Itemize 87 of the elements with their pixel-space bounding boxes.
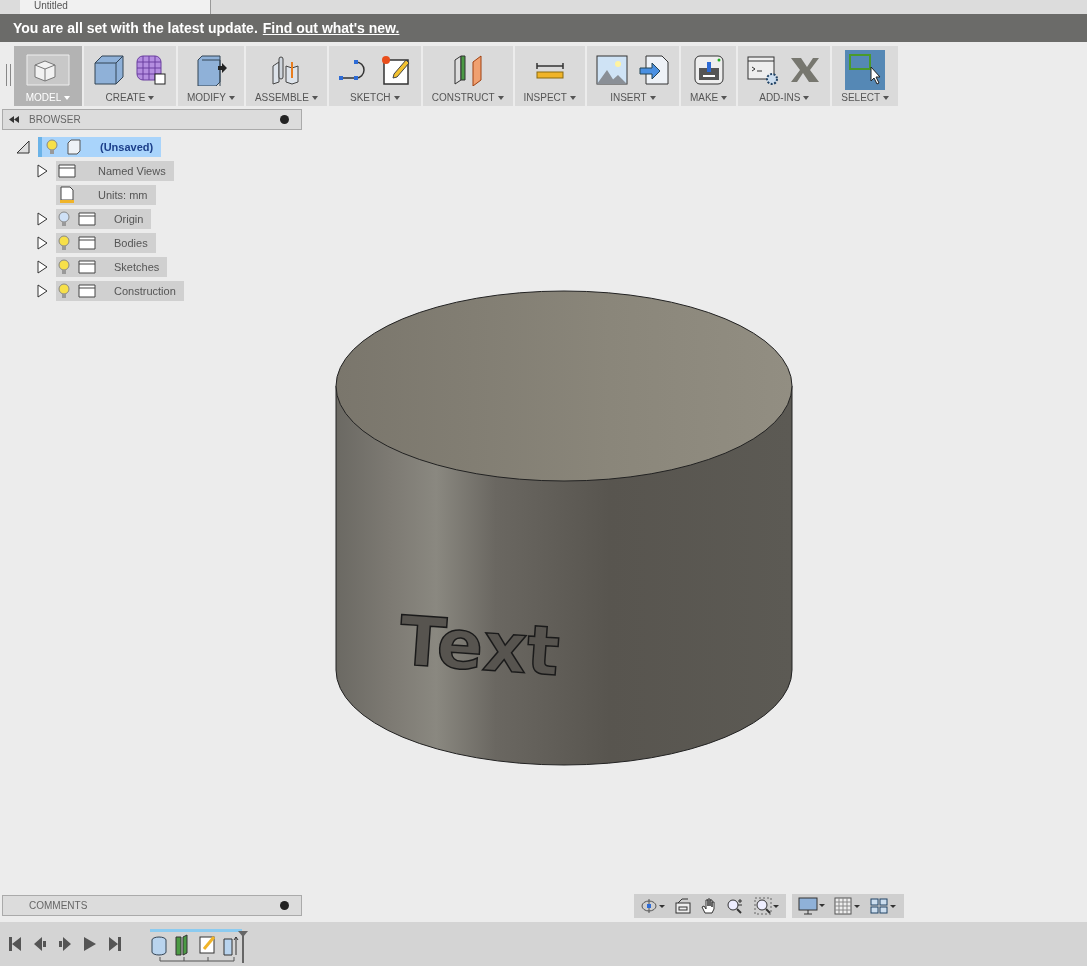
look-at-icon[interactable] xyxy=(674,897,692,915)
tree-label: Sketches xyxy=(114,261,160,273)
caret-icon xyxy=(64,95,71,100)
group-label: SKETCH xyxy=(350,92,391,103)
folder-icon xyxy=(78,284,96,298)
expand-arrow-icon[interactable] xyxy=(36,284,48,298)
caret-icon xyxy=(883,95,890,100)
caret-icon xyxy=(569,95,576,100)
expand-arrow-icon[interactable] xyxy=(36,164,48,178)
folder-icon xyxy=(58,164,76,178)
tree-label: Bodies xyxy=(114,237,148,249)
insert-file-icon xyxy=(637,54,670,86)
group-label: MODEL xyxy=(25,92,62,103)
toolbar-group[interactable]: INSERT xyxy=(586,46,679,106)
toolbar-group[interactable]: INSPECT xyxy=(514,46,585,106)
group-label: MODIFY xyxy=(187,92,226,103)
tree-label: Origin xyxy=(114,213,144,225)
embossed-text: Text xyxy=(397,601,562,692)
toolbar-group[interactable]: CREATE xyxy=(84,46,176,106)
skip-end-icon[interactable] xyxy=(108,936,122,952)
toolbar-group[interactable]: MAKE xyxy=(680,46,737,106)
toolbar-group[interactable]: CONSTRUCT xyxy=(422,46,513,106)
toolbar-group[interactable]: SKETCH xyxy=(328,46,421,106)
zoom-window-icon[interactable] xyxy=(754,897,780,915)
toolbar-group[interactable]: ADD-INS xyxy=(738,46,831,106)
folder-icon xyxy=(78,212,96,226)
tree-label: Construction xyxy=(114,285,176,297)
box-icon xyxy=(93,54,125,86)
group-label: CONSTRUCT xyxy=(431,92,495,103)
folder-icon xyxy=(78,236,96,250)
comments-title: COMMENTS xyxy=(29,900,89,911)
tree-item[interactable]: Bodies xyxy=(56,233,156,253)
caret-icon xyxy=(228,95,235,100)
collapse-icon[interactable] xyxy=(9,116,19,123)
group-label: INSERT xyxy=(610,92,647,103)
tree-item[interactable]: Origin xyxy=(56,209,152,229)
toolbar-group[interactable]: MODIFY xyxy=(178,46,244,106)
caret-icon xyxy=(497,95,504,100)
folder-icon xyxy=(78,260,96,274)
group-label: INSPECT xyxy=(523,92,567,103)
sketch-pencil-icon xyxy=(379,54,412,86)
orbit-icon[interactable] xyxy=(640,897,666,915)
group-label: SELECT xyxy=(841,92,881,103)
group-label: MAKE xyxy=(689,92,719,103)
tree-item[interactable]: Sketches xyxy=(56,257,168,277)
whats-new-link[interactable]: Find out what's new. xyxy=(262,20,400,36)
toolbar-group[interactable]: SELECT xyxy=(832,46,899,106)
monitor-icon[interactable] xyxy=(798,897,826,915)
toolbar-group[interactable]: ASSEMBLE xyxy=(245,46,327,106)
step-back-icon[interactable] xyxy=(33,936,47,952)
grid-form-icon xyxy=(135,54,167,86)
timeline-features-drawing[interactable] xyxy=(150,929,250,963)
viewports-icon[interactable] xyxy=(870,897,898,915)
group-label: ADD-INS xyxy=(759,92,801,103)
expanded-triangle-icon[interactable] xyxy=(16,140,30,154)
expand-arrow-icon[interactable] xyxy=(36,236,48,250)
browser-title: BROWSER xyxy=(29,114,82,125)
step-forward-icon[interactable] xyxy=(58,936,72,952)
tree-item[interactable]: Named Views xyxy=(56,161,174,181)
play-icon[interactable] xyxy=(83,936,97,952)
tree-label: Named Views xyxy=(98,165,166,177)
tree-item[interactable]: Units: mm xyxy=(56,185,156,205)
grid-icon[interactable] xyxy=(834,897,862,915)
caret-icon xyxy=(803,95,810,100)
image-icon xyxy=(595,54,628,86)
tree-item[interactable]: (Unsaved) xyxy=(38,137,162,157)
tree-label: Units: mm xyxy=(98,189,148,201)
expand-arrow-icon[interactable] xyxy=(36,260,48,274)
tree-item[interactable]: Construction xyxy=(56,281,184,301)
group-label: ASSEMBLE xyxy=(254,92,309,103)
printer-icon xyxy=(692,54,725,86)
cube-icon xyxy=(23,53,73,87)
document-ruler-icon xyxy=(58,186,76,204)
expand-arrow-icon[interactable] xyxy=(36,212,48,226)
group-label: CREATE xyxy=(105,92,146,103)
banner-message: You are all set with the latest update. xyxy=(13,20,258,36)
pan-hand-icon[interactable] xyxy=(700,897,718,915)
caret-icon xyxy=(721,95,728,100)
component-icon xyxy=(66,139,82,155)
document-tab[interactable]: Untitled xyxy=(20,0,211,14)
tree-label: (Unsaved) xyxy=(100,141,154,153)
caret-icon xyxy=(393,95,400,100)
skip-start-icon[interactable] xyxy=(8,936,22,952)
script-gear-icon xyxy=(747,54,780,86)
caret-icon xyxy=(649,95,656,100)
caret-icon xyxy=(148,95,155,100)
caret-icon xyxy=(311,95,318,100)
